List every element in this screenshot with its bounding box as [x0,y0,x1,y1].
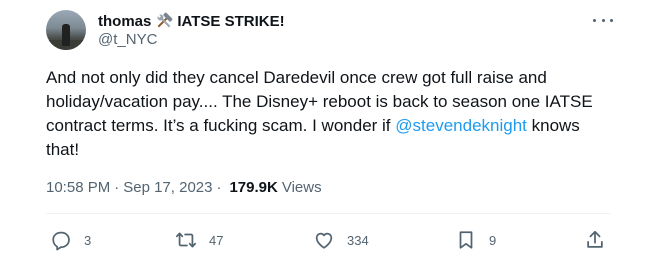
tweet-date[interactable]: Sep 17, 2023 [123,179,212,196]
reply-icon [52,231,70,251]
reply-button[interactable]: 3 [50,228,91,252]
heart-icon [315,232,333,249]
share-button[interactable] [584,228,606,252]
more-dot [593,18,596,22]
reply-count: 3 [84,232,92,248]
hammer-and-wrench-icon [155,12,173,30]
tweet-card: thomas IATSE STRIKE! @t_NYC And not only… [0,0,667,261]
more-dot [610,18,613,22]
bookmark-button[interactable]: 9 [455,228,496,252]
more-dot [601,18,605,22]
like-count: 334 [347,232,369,248]
views-count: 179.9K [229,178,278,196]
like-button[interactable]: 334 [313,228,369,252]
meta-separator: · [216,178,222,196]
author-name-suffix[interactable]: IATSE STRIKE! [177,13,284,30]
retweet-button[interactable]: 47 [175,228,223,252]
divider [46,213,611,214]
avatar[interactable] [46,10,86,50]
meta-separator: · [114,178,120,196]
author-name-row[interactable]: thomas IATSE STRIKE! [98,11,285,31]
author-handle[interactable]: @t_NYC [98,31,157,48]
avatar-figure [62,24,70,46]
views-label: Views [281,178,322,196]
tweet-time[interactable]: 10:58 PM [46,179,110,196]
author-display-name[interactable]: thomas [98,13,151,30]
mention-link[interactable]: @stevendeknight [395,116,527,135]
retweet-icon [175,232,197,248]
share-icon [587,230,603,248]
bookmark-icon [459,231,473,249]
more-horizontal-icon[interactable] [593,12,613,28]
tweet-text: And not only did they cancel Daredevil o… [46,66,606,162]
retweet-count: 47 [209,232,224,248]
bookmark-count: 9 [489,232,497,248]
tweet-meta: 10:58 PM · Sep 17, 2023 · 179.9K Views [46,177,322,197]
